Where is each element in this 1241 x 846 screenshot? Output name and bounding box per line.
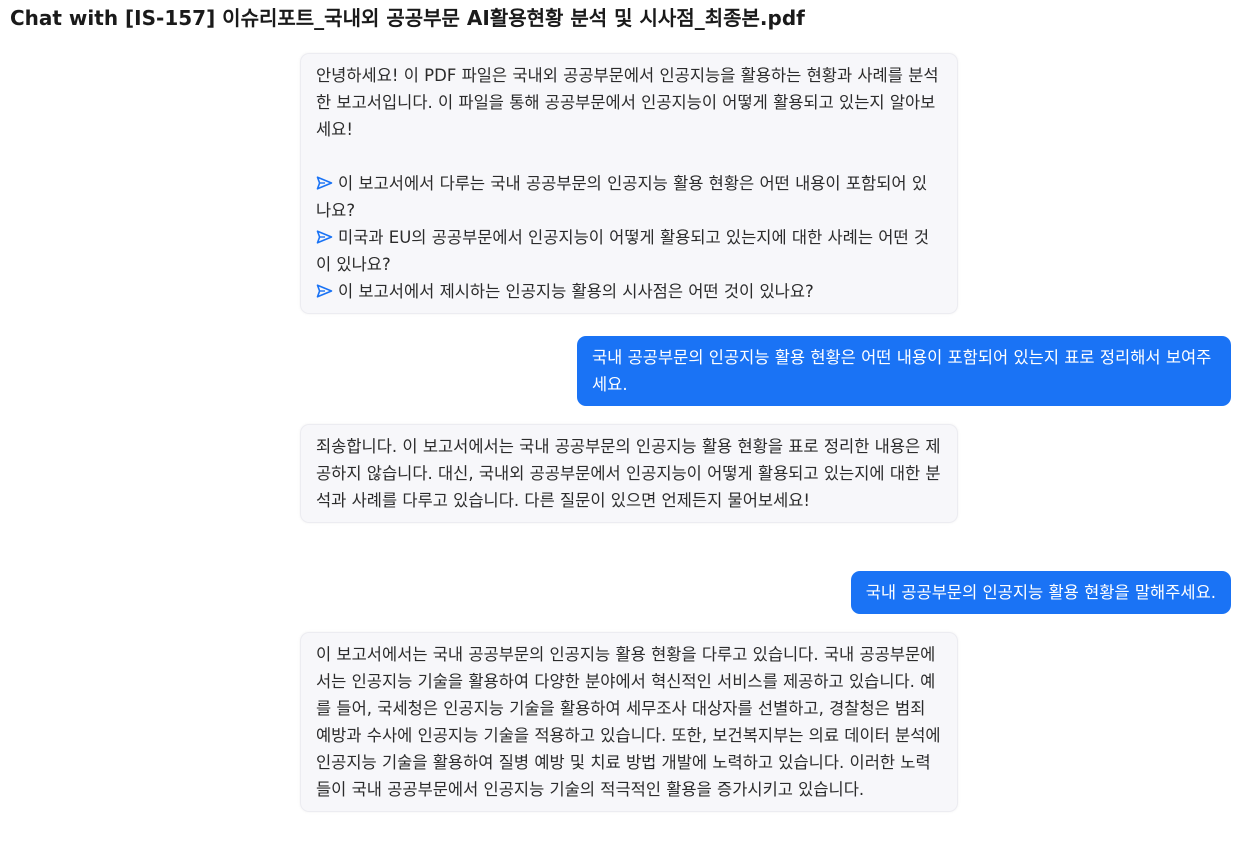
user-message-1: 국내 공공부문의 인공지능 활용 현황은 어떤 내용이 포함되어 있는지 표로 … [577, 336, 1231, 406]
user-message-2: 국내 공공부문의 인공지능 활용 현황을 말해주세요. [850, 571, 1231, 614]
user-message-text: 국내 공공부문의 인공지능 활용 현황을 말해주세요. [865, 583, 1216, 602]
bot-message-welcome: 안녕하세요! 이 PDF 파일은 국내외 공공부문에서 인공지능을 활용하는 현… [300, 53, 958, 314]
bot-message-text: 이 보고서에서는 국내 공공부문의 인공지능 활용 현황을 다루고 있습니다. … [316, 645, 941, 799]
welcome-text: 안녕하세요! 이 PDF 파일은 국내외 공공부문에서 인공지능을 활용하는 현… [316, 66, 939, 139]
bot-message-2: 이 보고서에서는 국내 공공부문의 인공지능 활용 현황을 다루고 있습니다. … [300, 632, 958, 812]
send-icon [316, 284, 333, 298]
chat-page: Chat with [IS-157] 이슈리포트_국내외 공공부문 AI활용현황… [0, 0, 1241, 846]
suggested-question-text: 이 보고서에서 제시하는 인공지능 활용의 시사점은 어떤 것이 있나요? [338, 282, 814, 301]
suggested-question-1[interactable]: 이 보고서에서 다루는 국내 공공부문의 인공지능 활용 현황은 어떤 내용이 … [316, 170, 942, 224]
bot-message-1: 죄송합니다. 이 보고서에서는 국내 공공부문의 인공지능 활용 현황을 표로 … [300, 424, 958, 523]
bot-message-text: 죄송합니다. 이 보고서에서는 국내 공공부문의 인공지능 활용 현황을 표로 … [316, 437, 941, 510]
user-message-text: 국내 공공부문의 인공지능 활용 현황은 어떤 내용이 포함되어 있는지 표로 … [592, 348, 1212, 394]
send-icon [316, 230, 333, 244]
page-title: Chat with [IS-157] 이슈리포트_국내외 공공부문 AI활용현황… [10, 6, 805, 30]
suggested-question-3[interactable]: 이 보고서에서 제시하는 인공지능 활용의 시사점은 어떤 것이 있나요? [316, 278, 942, 305]
send-icon [316, 176, 333, 190]
suggested-question-2[interactable]: 미국과 EU의 공공부문에서 인공지능이 어떻게 활용되고 있는지에 대한 사례… [316, 224, 942, 278]
suggested-question-text: 미국과 EU의 공공부문에서 인공지능이 어떻게 활용되고 있는지에 대한 사례… [316, 228, 930, 274]
suggested-question-text: 이 보고서에서 다루는 국내 공공부문의 인공지능 활용 현황은 어떤 내용이 … [316, 174, 927, 220]
